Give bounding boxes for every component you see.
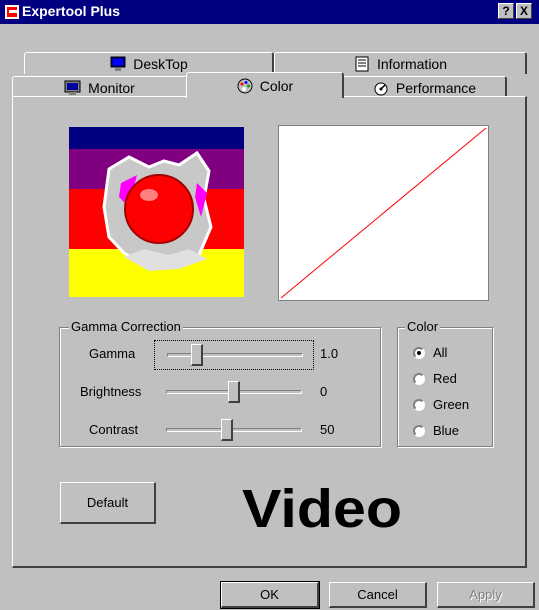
tab-color-label: Color xyxy=(259,77,294,94)
color-palette-icon xyxy=(236,78,254,94)
radio-blue[interactable]: Blue xyxy=(413,423,459,438)
contrast-slider-track xyxy=(166,428,302,432)
app-icon xyxy=(4,4,20,20)
brightness-slider-thumb[interactable] xyxy=(228,381,240,403)
gamma-slider-track xyxy=(167,353,303,357)
radio-all-label: All xyxy=(433,345,448,360)
radio-green-circle[interactable] xyxy=(413,398,425,411)
tab-desktop-label: DeskTop xyxy=(133,55,188,72)
contrast-slider-thumb[interactable] xyxy=(221,419,234,441)
radio-red-circle[interactable] xyxy=(413,372,425,385)
svg-text:Video: Video xyxy=(242,479,402,535)
radio-blue-label: Blue xyxy=(433,423,460,438)
contrast-slider[interactable] xyxy=(154,416,314,446)
title-bar[interactable]: Expertool Plus ? X xyxy=(0,0,539,24)
color-group-label: Color xyxy=(405,319,441,334)
help-button[interactable]: ? xyxy=(498,3,514,19)
cancel-button-label: Cancel xyxy=(357,587,398,602)
window-title: Expertool Plus xyxy=(22,3,121,19)
gamma-value: 1.0 xyxy=(320,346,339,361)
tab-information[interactable]: Information xyxy=(274,52,527,74)
default-button-label: Default xyxy=(86,495,129,510)
contrast-value: 50 xyxy=(320,422,335,437)
default-button[interactable]: Default xyxy=(60,482,156,524)
video-logo: Video xyxy=(240,475,410,539)
gamma-curve-graph xyxy=(278,125,489,301)
tab-desktop[interactable]: DeskTop xyxy=(24,52,274,74)
gamma-slider-thumb[interactable] xyxy=(190,344,203,366)
ok-button[interactable]: OK xyxy=(220,581,320,609)
radio-green[interactable]: Green xyxy=(413,397,469,412)
brightness-value: 0 xyxy=(320,384,328,399)
radio-all[interactable]: All xyxy=(413,345,447,360)
tab-monitor[interactable]: Monitor xyxy=(12,76,188,98)
cancel-button[interactable]: Cancel xyxy=(329,582,427,608)
apply-button-label: Apply xyxy=(469,587,502,602)
brightness-label: Brightness xyxy=(80,384,142,399)
tab-performance[interactable]: Performance xyxy=(342,76,507,98)
tab-color[interactable]: Color xyxy=(186,72,344,98)
radio-all-circle[interactable] xyxy=(413,346,425,359)
radio-red-label: Red xyxy=(433,371,457,386)
brightness-slider[interactable] xyxy=(154,378,314,408)
radio-blue-circle[interactable] xyxy=(413,424,425,437)
tab-monitor-label: Monitor xyxy=(88,79,135,96)
gamma-slider[interactable] xyxy=(154,340,314,370)
desktop-icon xyxy=(109,56,127,72)
color-preview-image xyxy=(69,127,244,297)
performance-icon xyxy=(372,80,390,96)
radio-green-label: Green xyxy=(433,397,470,412)
apply-button[interactable]: Apply xyxy=(437,582,535,608)
close-button[interactable]: X xyxy=(516,3,532,19)
tab-performance-label: Performance xyxy=(395,79,477,96)
gamma-label: Gamma xyxy=(89,346,136,361)
gamma-correction-label: Gamma Correction xyxy=(69,319,183,334)
contrast-label: Contrast xyxy=(89,422,139,437)
information-icon xyxy=(353,56,371,72)
radio-red[interactable]: Red xyxy=(413,371,457,386)
monitor-icon xyxy=(64,80,82,96)
tab-information-label: Information xyxy=(376,55,448,72)
ok-button-label: OK xyxy=(260,587,279,602)
